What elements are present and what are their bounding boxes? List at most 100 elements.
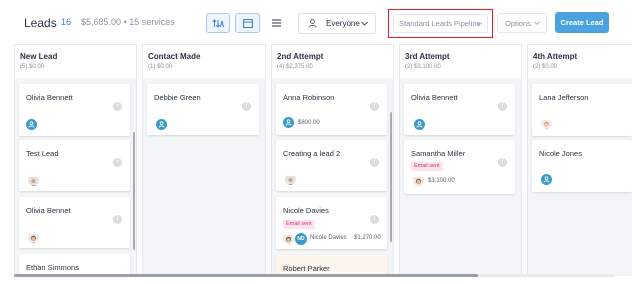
lead-card[interactable]: Anna Robinson i $800.00 (276, 84, 387, 135)
info-icon[interactable]: i (242, 102, 251, 111)
info-icon[interactable]: i (370, 215, 379, 224)
chevron-down-icon (361, 21, 368, 26)
board-view-button[interactable] (235, 13, 260, 33)
column-title: Contact Made (148, 52, 201, 61)
lead-amount: $1,270.00 (354, 235, 381, 241)
column-body: Lana Jefferson Nicole Jones (527, 78, 632, 276)
column-meta: (2) $0.00 (533, 64, 558, 70)
lead-card[interactable]: Creating a lead 2 i (276, 140, 387, 191)
avatar-photo (541, 118, 552, 129)
leads-summary: $5,685.00 • 15 services (81, 17, 175, 27)
avatar-photo (28, 232, 39, 243)
create-lead-button[interactable]: Create Lead (555, 12, 609, 33)
lead-card[interactable]: Robert Parker (276, 255, 387, 276)
lead-card[interactable]: Olivia Bennett i (19, 84, 130, 136)
lead-card[interactable]: Nicole Jones (532, 140, 632, 192)
lead-name: Olivia Bennett (26, 93, 73, 102)
lead-name: Nicole Jones (539, 149, 582, 158)
column-body: Olivia Bennett i Samantha Miller i Email… (399, 78, 522, 276)
column-3rd-attempt: 3rd Attempt (2) $3,100.00 Olivia Bennett… (399, 44, 522, 276)
column-meta: (4) $2,375.00 (277, 64, 313, 70)
owner-filter-dropdown[interactable]: Everyone (298, 13, 376, 34)
pipeline-highlight: Standard Leads Pipeline (388, 9, 493, 38)
board-view-icon (242, 18, 253, 28)
lead-name: Anna Robinson (283, 93, 335, 102)
user-avatar-icon (26, 119, 37, 130)
info-icon[interactable]: i (113, 215, 122, 224)
column-4th-attempt: 4th Attempt (2) $0.00 Lana Jefferson Nic… (527, 44, 632, 276)
column-header: 3rd Attempt (2) $3,100.00 (399, 44, 522, 78)
column-2nd-attempt: 2nd Attempt (4) $2,375.00 Anna Robinson … (271, 44, 394, 276)
column-header: 4th Attempt (2) $0.00 (527, 44, 632, 78)
lead-card[interactable]: Debbie Green i (147, 84, 259, 135)
column-meta: (2) $3,100.00 (405, 64, 441, 70)
column-meta: (1) $0.00 (148, 64, 173, 70)
lead-name: Samantha Miller (411, 149, 466, 158)
lead-card[interactable]: Ethan Simmons (19, 254, 130, 276)
column-header: New Lead (5) $0.00 (14, 44, 137, 78)
avatar-photo (283, 233, 294, 244)
options-dropdown[interactable]: Options (497, 13, 547, 33)
info-icon[interactable]: i (113, 102, 122, 111)
lead-count: 16 (61, 17, 72, 27)
lead-name: Robert Parker (283, 264, 330, 273)
info-icon[interactable]: i (370, 102, 379, 111)
pipeline-dropdown[interactable]: Standard Leads Pipeline (393, 14, 488, 33)
avatar-photo (28, 175, 39, 186)
owner-name: Nicole Davies (310, 235, 347, 241)
column-title: 4th Attempt (533, 52, 578, 61)
list-view-icon (271, 19, 281, 27)
pipeline-label: Standard Leads Pipeline (399, 19, 481, 28)
list-view-button[interactable] (265, 13, 287, 33)
status-badge: Email sent (411, 162, 443, 171)
lead-card[interactable]: Lana Jefferson (532, 84, 632, 136)
column-body: Anna Robinson i $800.00 Creating a lead … (271, 78, 394, 276)
avatar-photo (413, 175, 424, 186)
status-badge: Email sent (283, 220, 315, 229)
lead-card[interactable]: Test Lead i (19, 140, 130, 191)
column-new-lead: New Lead (5) $0.00 Olivia Bennett i Test… (14, 44, 137, 276)
page-title: Leads (24, 16, 57, 30)
vertical-scrollbar[interactable] (133, 132, 135, 250)
column-title: New Lead (20, 52, 58, 61)
options-label: Options (505, 18, 531, 28)
sort-button[interactable] (206, 13, 230, 33)
column-header: 2nd Attempt (4) $2,375.00 (271, 44, 394, 78)
info-icon[interactable]: i (498, 158, 507, 167)
lead-amount: $800.00 (298, 120, 320, 126)
lead-name: Creating a lead 2 (283, 149, 341, 158)
column-body: Debbie Green i (142, 78, 266, 276)
info-icon[interactable]: i (370, 158, 379, 167)
vertical-scrollbar[interactable] (390, 112, 392, 242)
owner-initials-avatar: ND (295, 232, 307, 245)
user-avatar-icon (541, 174, 552, 185)
owner-filter-label: Everyone (326, 19, 360, 28)
top-bar: Leads 16 $5,685.00 • 15 services Everyon… (0, 0, 632, 44)
lead-name: Test Lead (26, 149, 59, 158)
lead-card[interactable]: Samantha Miller i Email sent $3,100.00 (404, 140, 515, 194)
info-icon[interactable]: i (498, 102, 507, 111)
lead-amount: $3,100.00 (428, 178, 455, 184)
lead-name: Debbie Green (154, 93, 201, 102)
horizontal-scrollbar-thumb[interactable] (14, 274, 478, 277)
pipeline-board: New Lead (5) $0.00 Olivia Bennett i Test… (0, 44, 632, 284)
user-avatar-icon (156, 119, 167, 130)
column-title: 2nd Attempt (277, 52, 324, 61)
lead-card[interactable]: Olivia Bennett i (404, 84, 515, 135)
lead-name: Olivia Bennet (26, 206, 71, 215)
chevron-down-icon (476, 22, 482, 26)
column-title: 3rd Attempt (405, 52, 450, 61)
info-icon[interactable]: i (113, 158, 122, 167)
column-header: Contact Made (1) $0.00 (142, 44, 266, 78)
lead-name: Nicole Davies (283, 206, 329, 215)
avatar-photo (285, 174, 296, 185)
column-contact-made: Contact Made (1) $0.00 Debbie Green i (142, 44, 266, 276)
column-body: Olivia Bennett i Test Lead i Olivia Benn… (14, 78, 137, 276)
user-avatar-icon (414, 119, 425, 130)
chevron-down-icon (534, 21, 540, 25)
lead-card[interactable]: Nicole Davies i Email sent ND Nicole Dav… (276, 197, 387, 249)
lead-name: Olivia Bennett (411, 93, 458, 102)
column-meta: (5) $0.00 (20, 64, 45, 70)
sort-arrows-icon (212, 18, 224, 28)
lead-card[interactable]: Olivia Bennet i (19, 197, 130, 248)
